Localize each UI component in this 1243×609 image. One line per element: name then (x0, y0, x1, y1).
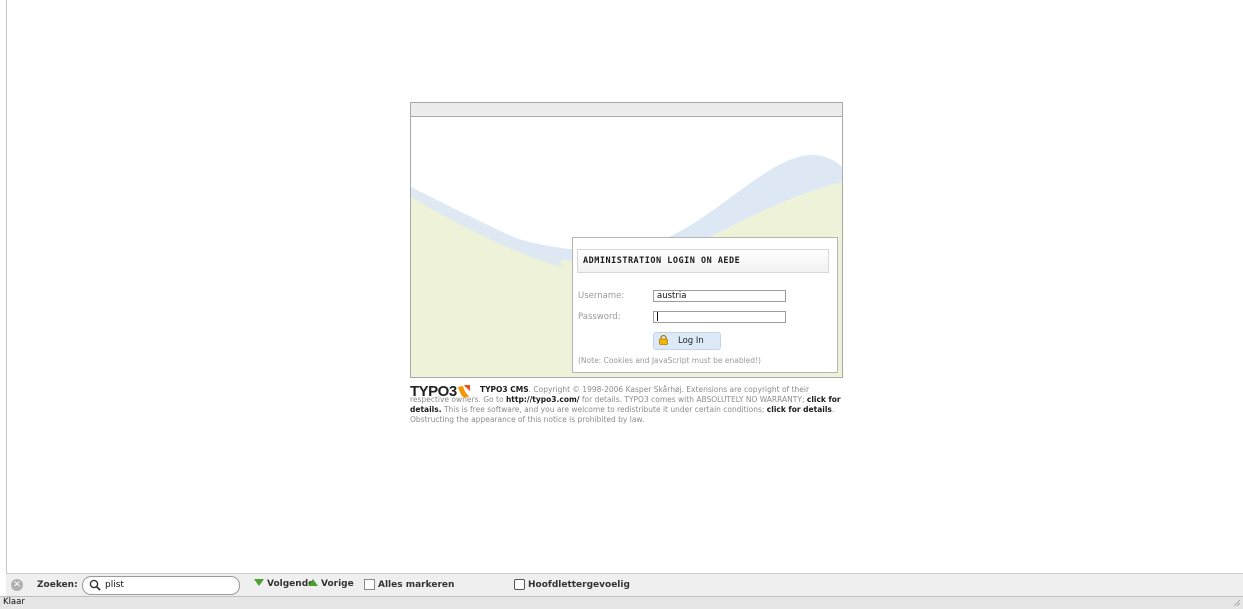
highlight-icon (364, 579, 375, 590)
find-query: plist (105, 580, 124, 590)
login-note: (Note: Cookies and JavaScript must be en… (578, 356, 761, 365)
password-label: Password: (578, 312, 621, 322)
find-next-button[interactable]: Volgende (254, 579, 314, 589)
login-button[interactable]: Log In (653, 332, 721, 350)
login-container: ADMINISTRATION LOGIN ON AEDE Username: a… (410, 102, 843, 378)
footer-brand: TYPO3 CMS (480, 385, 529, 394)
highlight-all-button[interactable]: Alles markeren (364, 579, 454, 590)
find-previous-label: Vorige (321, 579, 354, 589)
find-input[interactable]: plist (82, 576, 240, 595)
highlight-all-label: Alles markeren (378, 580, 455, 590)
search-icon (89, 579, 101, 591)
status-bar: Klaar (0, 596, 1243, 609)
lock-icon (659, 335, 668, 345)
find-label: Zoeken: (37, 580, 78, 590)
license-details-link[interactable]: click for details (767, 405, 832, 414)
login-title-bar: ADMINISTRATION LOGIN ON AEDE (577, 249, 829, 273)
find-previous-button[interactable]: Vorige (308, 579, 354, 589)
copyright-footer: TYPO3 TYPO3 CMS. Copyright © 1998-2006 K… (410, 383, 842, 425)
username-value: austria (657, 291, 687, 301)
resize-grip-icon[interactable] (1233, 599, 1241, 607)
footer-text-c: This is free software, and you are welco… (441, 405, 767, 414)
close-icon[interactable]: ✕ (11, 579, 23, 591)
footer-text-b: for details. TYPO3 comes with ABSOLUTELY… (579, 395, 807, 404)
login-button-label: Log In (678, 336, 704, 346)
checkbox-icon (514, 579, 525, 590)
typo3-logo: TYPO3 (410, 383, 457, 400)
arrow-up-icon (308, 579, 318, 586)
status-text: Klaar (3, 597, 25, 607)
login-title: ADMINISTRATION LOGIN ON AEDE (583, 256, 741, 266)
typo3-url-link[interactable]: http://typo3.com/ (506, 395, 580, 404)
match-case-checkbox[interactable]: Hoofdlettergevoelig (514, 579, 630, 590)
username-input[interactable]: austria (653, 290, 786, 302)
text-caret (657, 312, 658, 321)
typo3-logo-icon (458, 385, 470, 398)
arrow-down-icon (254, 579, 264, 586)
login-form-panel: ADMINISTRATION LOGIN ON AEDE Username: a… (572, 237, 838, 373)
username-label: Username: (578, 291, 625, 301)
password-input[interactable] (653, 311, 786, 323)
window-left-border (6, 0, 7, 573)
login-header-bar (411, 103, 842, 117)
find-bar: ✕ Zoeken: plist Volgende Vorige Alles ma… (6, 573, 1243, 597)
copyright-text: TYPO3 CMS. Copyright © 1998-2006 Kasper … (410, 385, 842, 425)
match-case-label: Hoofdlettergevoelig (528, 580, 630, 590)
